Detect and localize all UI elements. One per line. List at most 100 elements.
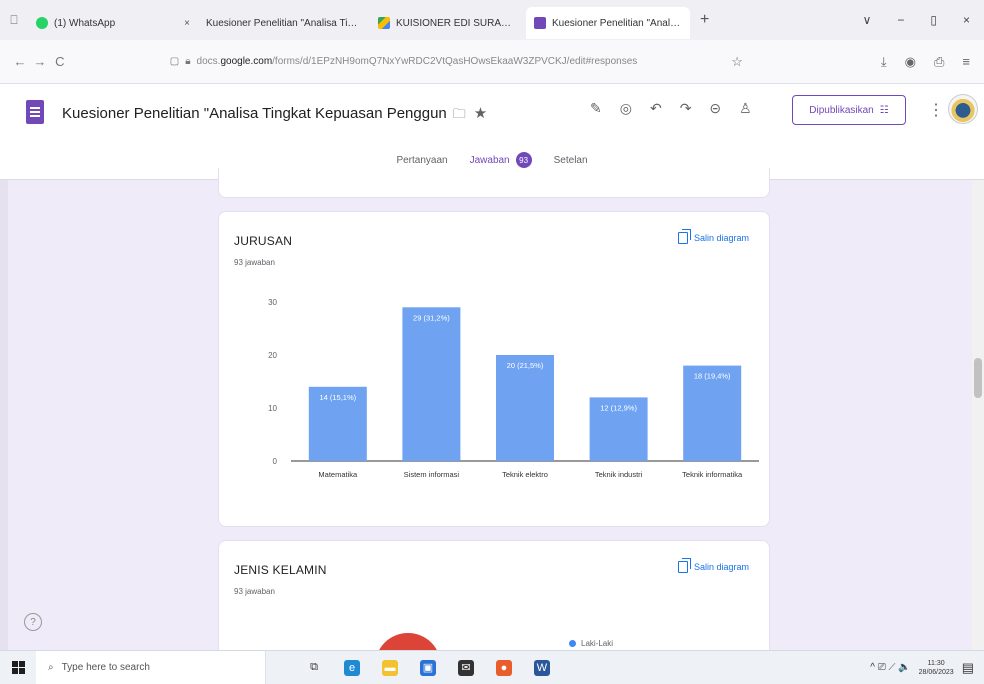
copy-chart-button[interactable]: Salin diagram <box>677 558 749 573</box>
settings-sliders-icon: ☷ <box>879 104 889 116</box>
preview-icon[interactable]: ◎ <box>620 100 632 117</box>
windows-logo-icon <box>11 661 25 674</box>
published-label: Dipublikasikan <box>809 104 874 116</box>
bar <box>496 355 554 461</box>
avatar[interactable] <box>948 94 978 124</box>
downloads-icon[interactable]: ⤓ <box>881 54 887 70</box>
y-tick-label: 10 <box>268 404 277 413</box>
lock-icon: 🔒︎ <box>185 56 191 67</box>
star-icon[interactable]: ★ <box>474 105 487 122</box>
x-tick-label: Teknik industri <box>595 470 643 479</box>
search-placeholder: Type here to search <box>61 662 150 673</box>
bar-data-label: 14 (15,1%) <box>319 393 356 402</box>
published-button[interactable]: Dipublikasikan ☷ <box>792 95 906 125</box>
browser-tab-bar: ⎕ (1) WhatsApp × Kuesioner Penelitian "A… <box>0 0 984 40</box>
forward-icon[interactable]: → <box>30 54 50 69</box>
palette-icon[interactable]: ✎ <box>590 100 602 117</box>
forms-favicon-icon <box>534 17 546 29</box>
word-icon[interactable]: W <box>534 659 550 676</box>
taskbar-apps: ⧉ e ▬ ▣ ✉ ● W <box>306 659 550 676</box>
file-explorer-icon[interactable]: ▬ <box>382 659 398 676</box>
bar-data-label: 12 (12,9%) <box>600 403 637 412</box>
legend-label-male: Laki-Laki <box>581 639 614 648</box>
jurusan-bar-chart: 0 10 20 30 14 (15,1%) Matematika 29 (31,2%) Sis… <box>268 298 759 479</box>
shield-icon: ▢ <box>169 56 180 67</box>
scrollbar-thumb[interactable] <box>974 358 982 398</box>
drive-favicon-icon <box>378 17 390 29</box>
help-icon[interactable]: ? <box>24 613 42 631</box>
back-icon[interactable]: ← <box>10 54 30 69</box>
clock-date: 28/06/2023 <box>918 668 954 676</box>
undo-icon[interactable]: ↶ <box>650 100 662 117</box>
browser-tab-kuesioner-1[interactable]: Kuesioner Penelitian "Analisa Tingk: × <box>198 7 370 39</box>
clock[interactable]: 11:30 28/06/2023 <box>919 659 954 677</box>
pie-legend-item: Laki-Laki <box>569 639 613 648</box>
gender-summary-card: JENIS KELAMIN 93 jawaban Salin diagram L… <box>218 540 770 660</box>
tab-close-icon[interactable]: × <box>184 18 190 29</box>
form-title: Kuesioner Penelitian "Analisa Tingkat Ke… <box>62 104 487 127</box>
more-options-icon[interactable]: ⋮ <box>928 100 944 120</box>
reload-icon[interactable]: C <box>50 54 70 69</box>
extensions-icon[interactable]: ⎙ <box>934 54 944 70</box>
y-tick-label: 30 <box>268 298 277 307</box>
bar <box>402 307 461 461</box>
response-count: 93 jawaban <box>234 587 275 596</box>
start-button[interactable] <box>0 661 36 674</box>
tab-responses-label: Jawaban <box>469 154 510 166</box>
maximize-icon[interactable]: ▯ <box>930 13 937 27</box>
legend-dot <box>569 640 576 647</box>
jurusan-summary-card: JURUSAN 93 jawaban Salin diagram 0 10 20 30… <box>218 211 770 527</box>
taskbar-search-input[interactable]: ⌕ Type here to search <box>36 650 266 684</box>
browser-tab-kuesioner-active[interactable]: Kuesioner Penelitian "Analisa Ti × <box>526 7 690 39</box>
x-tick-label: Sistem informasi <box>404 470 460 479</box>
address-bar-row: ← → C ▢ 🔒︎ docs. google.com/forms/d/1EPzN… <box>0 40 984 84</box>
task-view-icon[interactable]: ⧉ <box>306 659 322 676</box>
store-icon[interactable]: ▣ <box>420 659 436 676</box>
toolbar-icons: ☆ ⤓ ◉ ⎙ ≡ <box>731 54 984 70</box>
tab-questions-label: Pertanyaan <box>396 154 448 166</box>
tab-label: Kuesioner Penelitian "Analisa Ti × <box>552 17 682 29</box>
mail-icon[interactable]: ✉ <box>458 659 474 676</box>
previous-question-card <box>218 168 770 198</box>
tray-icons[interactable]: ^ ⎚ ⟋ 🔈 <box>870 662 910 673</box>
edge-icon[interactable]: e <box>344 659 360 676</box>
account-icon[interactable]: ◉ <box>905 54 916 70</box>
tab-label: Kuesioner Penelitian "Analisa Tingk: × <box>206 17 362 29</box>
folder-icon[interactable]: 🗀︎ <box>453 106 466 121</box>
link-icon[interactable]: ⊝ <box>709 100 721 117</box>
menu-icon[interactable]: ≡ <box>962 54 970 70</box>
tab-label: (1) WhatsApp <box>54 17 116 29</box>
url-input[interactable]: ▢ 🔒︎ docs. google.com/forms/d/1EPzNH9omQ7… <box>170 47 731 77</box>
x-tick-label: Teknik elektro <box>502 470 548 479</box>
browser-tab-kuisioner-edi[interactable]: KUISIONER EDI SURADI - Goog × <box>370 7 526 39</box>
tab-dropdown-icon[interactable]: ∨ <box>863 13 872 27</box>
copy-icon <box>677 558 691 573</box>
browser-tab-whatsapp[interactable]: (1) WhatsApp × <box>28 7 198 39</box>
add-collaborator-icon[interactable]: ♙ <box>739 100 752 117</box>
forms-logo-icon[interactable] <box>26 100 44 124</box>
x-tick-label: Matematika <box>318 470 358 479</box>
redo-icon[interactable]: ↷ <box>680 100 692 117</box>
y-tick-label: 20 <box>268 351 277 360</box>
left-edge <box>0 180 8 650</box>
minimize-icon[interactable]: − <box>897 13 904 27</box>
bar-data-label: 20 (21,5%) <box>507 361 544 370</box>
x-tick-label: Teknik informatika <box>682 470 743 479</box>
bar-data-label: 18 (19,4%) <box>694 372 731 381</box>
close-window-icon[interactable]: × <box>963 13 970 27</box>
clock-time: 11:30 <box>927 659 945 667</box>
tab-list-icon[interactable]: ⎕ <box>0 0 28 40</box>
page-scrollbar[interactable] <box>972 180 984 650</box>
new-tab-button[interactable]: + <box>690 11 719 29</box>
firefox-icon[interactable]: ● <box>496 659 512 676</box>
y-tick-label: 0 <box>273 457 278 466</box>
url-prefix: docs. <box>196 56 221 67</box>
form-title-text[interactable]: Kuesioner Penelitian "Analisa Tingkat Ke… <box>62 105 447 122</box>
copy-chart-label: Salin diagram <box>693 562 749 572</box>
tab-label: KUISIONER EDI SURADI - Goog × <box>396 17 518 29</box>
bookmark-star-icon[interactable]: ☆ <box>731 54 743 70</box>
question-title: JENIS KELAMIN <box>234 563 327 577</box>
whatsapp-favicon-icon <box>36 17 48 29</box>
search-icon: ⌕ <box>48 662 54 673</box>
notifications-icon[interactable]: ▤ <box>962 660 974 676</box>
